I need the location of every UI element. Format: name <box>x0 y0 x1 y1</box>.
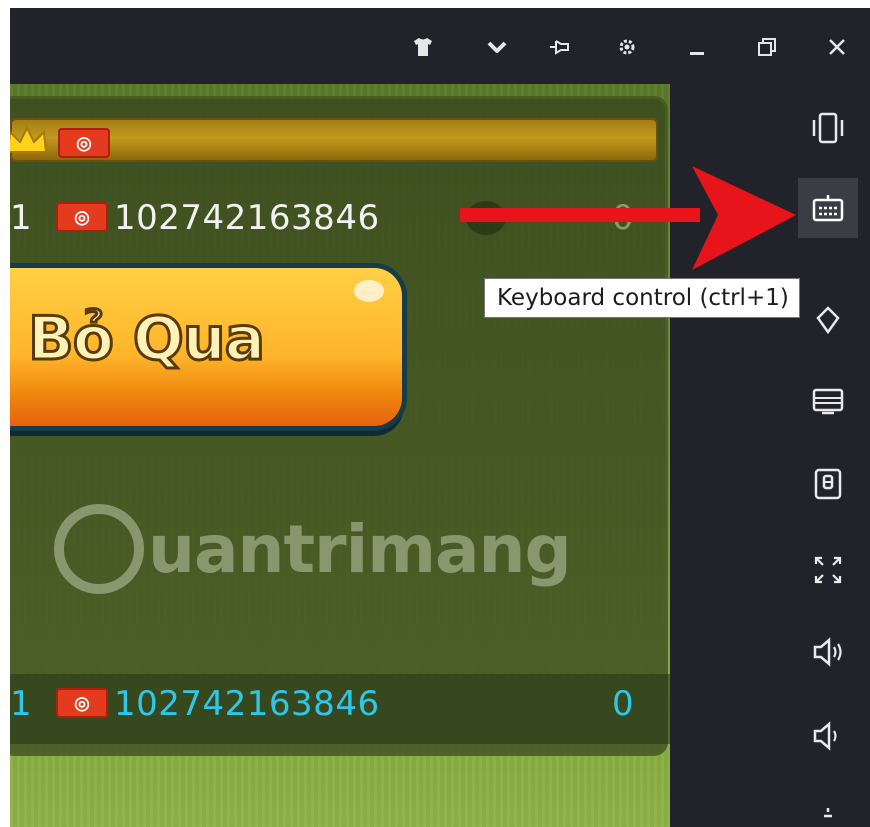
emulator-window: ◎ 1 ◎ 102742163846 0 Bỏ Qua uantrimang 1… <box>10 8 870 827</box>
button-shine <box>354 280 384 302</box>
skip-button[interactable]: Bỏ Qua <box>10 268 402 426</box>
row2-rank: 1 <box>10 684 33 724</box>
restore-icon[interactable] <box>750 30 784 64</box>
vip-badge-icon: ◎ <box>56 202 108 232</box>
chevron-down-icon[interactable] <box>480 30 514 64</box>
location-icon[interactable] <box>798 288 858 348</box>
keyboard-control-tooltip: Keyboard control (ctrl+1) <box>484 278 800 318</box>
volume-up-icon[interactable] <box>798 622 858 682</box>
shake-phone-icon[interactable] <box>798 98 858 158</box>
title-bar <box>10 8 870 82</box>
screen-icon[interactable] <box>798 370 858 430</box>
keyboard-control-icon[interactable] <box>798 178 858 238</box>
lightbulb-logo-icon <box>54 504 144 594</box>
more-tools-icon[interactable] <box>798 788 858 827</box>
shirt-icon[interactable] <box>406 30 440 64</box>
skip-button-label: Bỏ Qua <box>26 303 266 376</box>
vip-badge-icon: ◎ <box>58 128 110 158</box>
row2-player-id: 102742163846 <box>114 684 380 724</box>
pin-icon[interactable] <box>542 30 576 64</box>
gear-icon[interactable] <box>610 30 644 64</box>
crown-icon <box>10 125 48 153</box>
watermark-text: uantrimang <box>148 510 572 588</box>
volume-down-icon[interactable] <box>798 706 858 766</box>
fullscreen-icon[interactable] <box>798 540 858 600</box>
row2-score: 0 <box>612 684 635 724</box>
close-icon[interactable] <box>820 30 854 64</box>
row1-player-id: 102742163846 <box>114 198 380 238</box>
minimize-icon[interactable] <box>680 30 714 64</box>
row1-rank: 1 <box>10 198 33 238</box>
red-arrow-annotation <box>460 166 796 270</box>
vip-badge-icon: ◎ <box>56 688 108 718</box>
apk-install-icon[interactable] <box>798 454 858 514</box>
watermark: uantrimang <box>54 504 572 594</box>
